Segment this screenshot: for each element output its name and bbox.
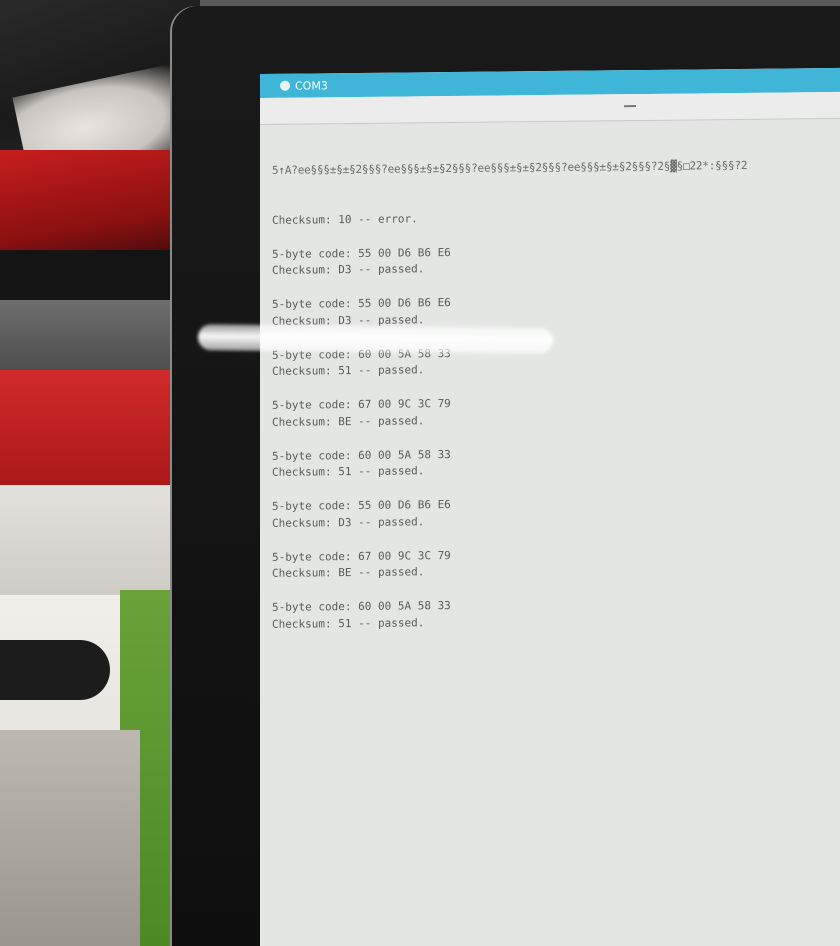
serial-output-area[interactable]: 5↑A?ee§§§±§±§2§§§?ee§§§±§±§2§§§?ee§§§±§±… bbox=[272, 124, 840, 684]
checksum-line: Checksum: 10 -- error. bbox=[272, 211, 418, 227]
background-clutter bbox=[0, 0, 200, 946]
resize-grip-icon bbox=[624, 105, 636, 108]
serial-monitor-window: COM3 5↑A?ee§§§±§±§2§§§?ee§§§±§±§2§§§?ee§… bbox=[260, 67, 840, 946]
output-group: 5-byte code: 60 00 5A 58 33 Checksum: 51 … bbox=[272, 442, 840, 481]
output-group: 5-byte code: 55 00 D6 B6 E6 Checksum: D3 … bbox=[272, 240, 840, 279]
output-group: Checksum: 10 -- error. bbox=[272, 206, 840, 229]
arduino-app-icon bbox=[280, 80, 290, 91]
output-group: 5-byte code: 60 00 5A 58 33 Checksum: 51 … bbox=[272, 594, 840, 633]
background-cloth bbox=[0, 370, 200, 490]
send-toolbar[interactable] bbox=[260, 91, 840, 125]
window-title: COM3 bbox=[295, 78, 328, 93]
output-group: 5-byte code: 67 00 9C 3C 79 Checksum: BE … bbox=[272, 392, 840, 431]
output-group: 5-byte code: 55 00 D6 B6 E6 Checksum: D3 … bbox=[272, 291, 840, 330]
background-box bbox=[0, 730, 140, 946]
background-box bbox=[0, 640, 110, 700]
background-box bbox=[0, 485, 200, 595]
output-group: 5-byte code: 67 00 9C 3C 79 Checksum: BE … bbox=[272, 543, 840, 582]
garbage-line: 5↑A?ee§§§±§±§2§§§?ee§§§±§±§2§§§?ee§§§±§±… bbox=[272, 158, 748, 177]
background-cloth bbox=[0, 300, 200, 370]
screen-glare bbox=[197, 324, 554, 354]
output-group: 5-byte code: 55 00 D6 B6 E6 Checksum: D3 … bbox=[272, 493, 840, 532]
photo-scene: COM3 5↑A?ee§§§±§±§2§§§?ee§§§±§±§2§§§?ee§… bbox=[0, 0, 840, 946]
